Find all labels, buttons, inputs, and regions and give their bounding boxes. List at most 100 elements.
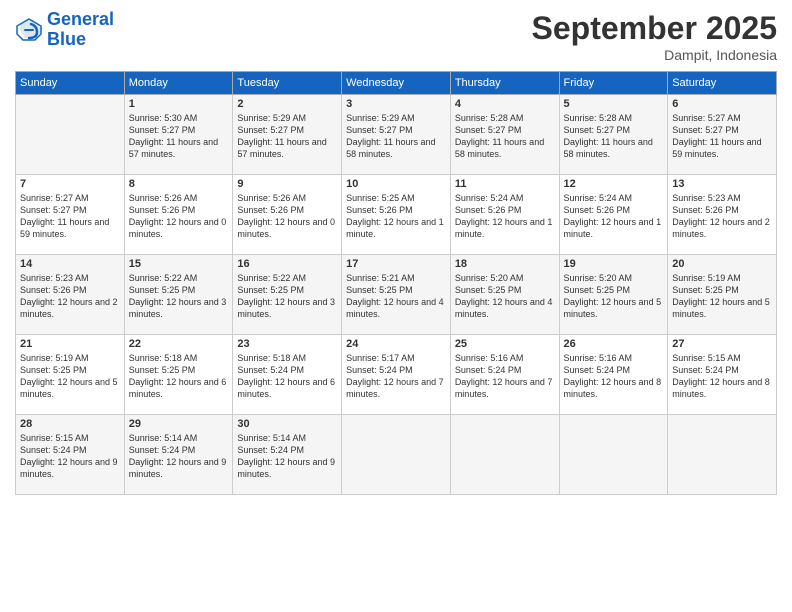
- logo-text: General Blue: [47, 10, 114, 50]
- day-info: Sunrise: 5:17 AMSunset: 5:24 PMDaylight:…: [346, 352, 446, 401]
- day-info: Sunrise: 5:24 AMSunset: 5:26 PMDaylight:…: [455, 192, 555, 241]
- day-number: 20: [672, 258, 772, 270]
- day-number: 13: [672, 178, 772, 190]
- day-number: 19: [564, 258, 664, 270]
- calendar-cell: 19Sunrise: 5:20 AMSunset: 5:25 PMDayligh…: [559, 255, 668, 335]
- calendar-cell: 2 Sunrise: 5:29 AMSunset: 5:27 PMDaylight…: [233, 95, 342, 175]
- day-info: Sunrise: 5:18 AMSunset: 5:24 PMDaylight:…: [237, 352, 337, 401]
- week-row-5: 28 Sunrise: 5:15 AMSunset: 5:24 PMDayligh…: [16, 415, 777, 495]
- calendar-page: General Blue September 2025 Dampit, Indo…: [0, 0, 792, 612]
- day-number: 11: [455, 178, 555, 190]
- day-number: 27: [672, 338, 772, 350]
- day-number: 18: [455, 258, 555, 270]
- calendar-cell: 24 Sunrise: 5:17 AMSunset: 5:24 PMDayligh…: [342, 335, 451, 415]
- logo-blue: Blue: [47, 29, 86, 49]
- day-number: 6: [672, 98, 772, 110]
- day-number: 14: [20, 258, 120, 270]
- calendar-cell: 30 Sunrise: 5:14 AMSunset: 5:24 PMDayligh…: [233, 415, 342, 495]
- weekday-header-friday: Friday: [559, 72, 668, 95]
- calendar-cell: 26Sunrise: 5:16 AMSunset: 5:24 PMDayligh…: [559, 335, 668, 415]
- header: General Blue September 2025 Dampit, Indo…: [15, 10, 777, 63]
- day-number: 8: [129, 178, 229, 190]
- day-info: Sunrise: 5:16 AMSunset: 5:24 PMDaylight:…: [455, 352, 555, 401]
- calendar-cell: 14 Sunrise: 5:23 AMSunset: 5:26 PMDayligh…: [16, 255, 125, 335]
- day-info: Sunrise: 5:23 AMSunset: 5:26 PMDaylight:…: [672, 192, 772, 241]
- day-number: 17: [346, 258, 446, 270]
- calendar-cell: 17 Sunrise: 5:21 AMSunset: 5:25 PMDayligh…: [342, 255, 451, 335]
- weekday-header-saturday: Saturday: [668, 72, 777, 95]
- day-number: 24: [346, 338, 446, 350]
- calendar-cell: 5 Sunrise: 5:28 AMSunset: 5:27 PMDaylight…: [559, 95, 668, 175]
- calendar-cell: [450, 415, 559, 495]
- day-info: Sunrise: 5:15 AMSunset: 5:24 PMDaylight:…: [20, 432, 120, 481]
- calendar-cell: [559, 415, 668, 495]
- calendar-cell: 15 Sunrise: 5:22 AMSunset: 5:25 PMDayligh…: [124, 255, 233, 335]
- weekday-header-row: SundayMondayTuesdayWednesdayThursdayFrid…: [16, 72, 777, 95]
- day-number: 7: [20, 178, 120, 190]
- weekday-header-tuesday: Tuesday: [233, 72, 342, 95]
- calendar-cell: 4Sunrise: 5:28 AMSunset: 5:27 PMDaylight…: [450, 95, 559, 175]
- calendar-cell: [16, 95, 125, 175]
- day-info: Sunrise: 5:29 AMSunset: 5:27 PMDaylight:…: [346, 112, 446, 161]
- logo: General Blue: [15, 10, 114, 50]
- day-number: 30: [237, 418, 337, 430]
- weekday-header-wednesday: Wednesday: [342, 72, 451, 95]
- day-info: Sunrise: 5:23 AMSunset: 5:26 PMDaylight:…: [20, 272, 120, 321]
- calendar-cell: 6 Sunrise: 5:27 AMSunset: 5:27 PMDaylight…: [668, 95, 777, 175]
- calendar-table: SundayMondayTuesdayWednesdayThursdayFrid…: [15, 71, 777, 495]
- day-number: 21: [20, 338, 120, 350]
- calendar-cell: 20 Sunrise: 5:19 AMSunset: 5:25 PMDayligh…: [668, 255, 777, 335]
- day-info: Sunrise: 5:14 AMSunset: 5:24 PMDaylight:…: [237, 432, 337, 481]
- calendar-cell: 10 Sunrise: 5:25 AMSunset: 5:26 PMDayligh…: [342, 175, 451, 255]
- day-info: Sunrise: 5:22 AMSunset: 5:25 PMDaylight:…: [129, 272, 229, 321]
- calendar-cell: 27 Sunrise: 5:15 AMSunset: 5:24 PMDayligh…: [668, 335, 777, 415]
- weekday-header-monday: Monday: [124, 72, 233, 95]
- day-number: 2: [237, 98, 337, 110]
- day-info: Sunrise: 5:26 AMSunset: 5:26 PMDaylight:…: [129, 192, 229, 241]
- day-info: Sunrise: 5:20 AMSunset: 5:25 PMDaylight:…: [455, 272, 555, 321]
- weekday-header-sunday: Sunday: [16, 72, 125, 95]
- day-number: 5: [564, 98, 664, 110]
- day-number: 10: [346, 178, 446, 190]
- logo-icon: [15, 16, 43, 44]
- location: Dampit, Indonesia: [532, 47, 777, 63]
- day-info: Sunrise: 5:28 AMSunset: 5:27 PMDaylight:…: [564, 112, 664, 161]
- day-info: Sunrise: 5:25 AMSunset: 5:26 PMDaylight:…: [346, 192, 446, 241]
- day-info: Sunrise: 5:16 AMSunset: 5:24 PMDaylight:…: [564, 352, 664, 401]
- calendar-cell: 18 Sunrise: 5:20 AMSunset: 5:25 PMDayligh…: [450, 255, 559, 335]
- calendar-cell: 1Sunrise: 5:30 AMSunset: 5:27 PMDaylight…: [124, 95, 233, 175]
- day-number: 29: [129, 418, 229, 430]
- day-info: Sunrise: 5:29 AMSunset: 5:27 PMDaylight:…: [237, 112, 337, 161]
- day-number: 3: [346, 98, 446, 110]
- day-number: 15: [129, 258, 229, 270]
- logo-general: General: [47, 9, 114, 29]
- title-block: September 2025 Dampit, Indonesia: [532, 10, 777, 63]
- week-row-3: 14 Sunrise: 5:23 AMSunset: 5:26 PMDayligh…: [16, 255, 777, 335]
- day-number: 28: [20, 418, 120, 430]
- day-info: Sunrise: 5:28 AMSunset: 5:27 PMDaylight:…: [455, 112, 555, 161]
- day-number: 9: [237, 178, 337, 190]
- day-info: Sunrise: 5:26 AMSunset: 5:26 PMDaylight:…: [237, 192, 337, 241]
- day-info: Sunrise: 5:19 AMSunset: 5:25 PMDaylight:…: [672, 272, 772, 321]
- calendar-cell: 8 Sunrise: 5:26 AMSunset: 5:26 PMDaylight…: [124, 175, 233, 255]
- calendar-cell: 28 Sunrise: 5:15 AMSunset: 5:24 PMDayligh…: [16, 415, 125, 495]
- day-info: Sunrise: 5:27 AMSunset: 5:27 PMDaylight:…: [20, 192, 120, 241]
- calendar-cell: 12Sunrise: 5:24 AMSunset: 5:26 PMDayligh…: [559, 175, 668, 255]
- day-info: Sunrise: 5:30 AMSunset: 5:27 PMDaylight:…: [129, 112, 229, 161]
- calendar-cell: 23Sunrise: 5:18 AMSunset: 5:24 PMDayligh…: [233, 335, 342, 415]
- week-row-4: 21Sunrise: 5:19 AMSunset: 5:25 PMDayligh…: [16, 335, 777, 415]
- calendar-cell: 3 Sunrise: 5:29 AMSunset: 5:27 PMDaylight…: [342, 95, 451, 175]
- day-info: Sunrise: 5:18 AMSunset: 5:25 PMDaylight:…: [129, 352, 229, 401]
- week-row-2: 7 Sunrise: 5:27 AMSunset: 5:27 PMDaylight…: [16, 175, 777, 255]
- day-info: Sunrise: 5:27 AMSunset: 5:27 PMDaylight:…: [672, 112, 772, 161]
- day-info: Sunrise: 5:14 AMSunset: 5:24 PMDaylight:…: [129, 432, 229, 481]
- calendar-cell: 13 Sunrise: 5:23 AMSunset: 5:26 PMDayligh…: [668, 175, 777, 255]
- calendar-cell: 11 Sunrise: 5:24 AMSunset: 5:26 PMDayligh…: [450, 175, 559, 255]
- day-number: 22: [129, 338, 229, 350]
- day-info: Sunrise: 5:21 AMSunset: 5:25 PMDaylight:…: [346, 272, 446, 321]
- calendar-cell: 9 Sunrise: 5:26 AMSunset: 5:26 PMDaylight…: [233, 175, 342, 255]
- calendar-cell: 29 Sunrise: 5:14 AMSunset: 5:24 PMDayligh…: [124, 415, 233, 495]
- day-info: Sunrise: 5:24 AMSunset: 5:26 PMDaylight:…: [564, 192, 664, 241]
- calendar-cell: 22 Sunrise: 5:18 AMSunset: 5:25 PMDayligh…: [124, 335, 233, 415]
- day-info: Sunrise: 5:15 AMSunset: 5:24 PMDaylight:…: [672, 352, 772, 401]
